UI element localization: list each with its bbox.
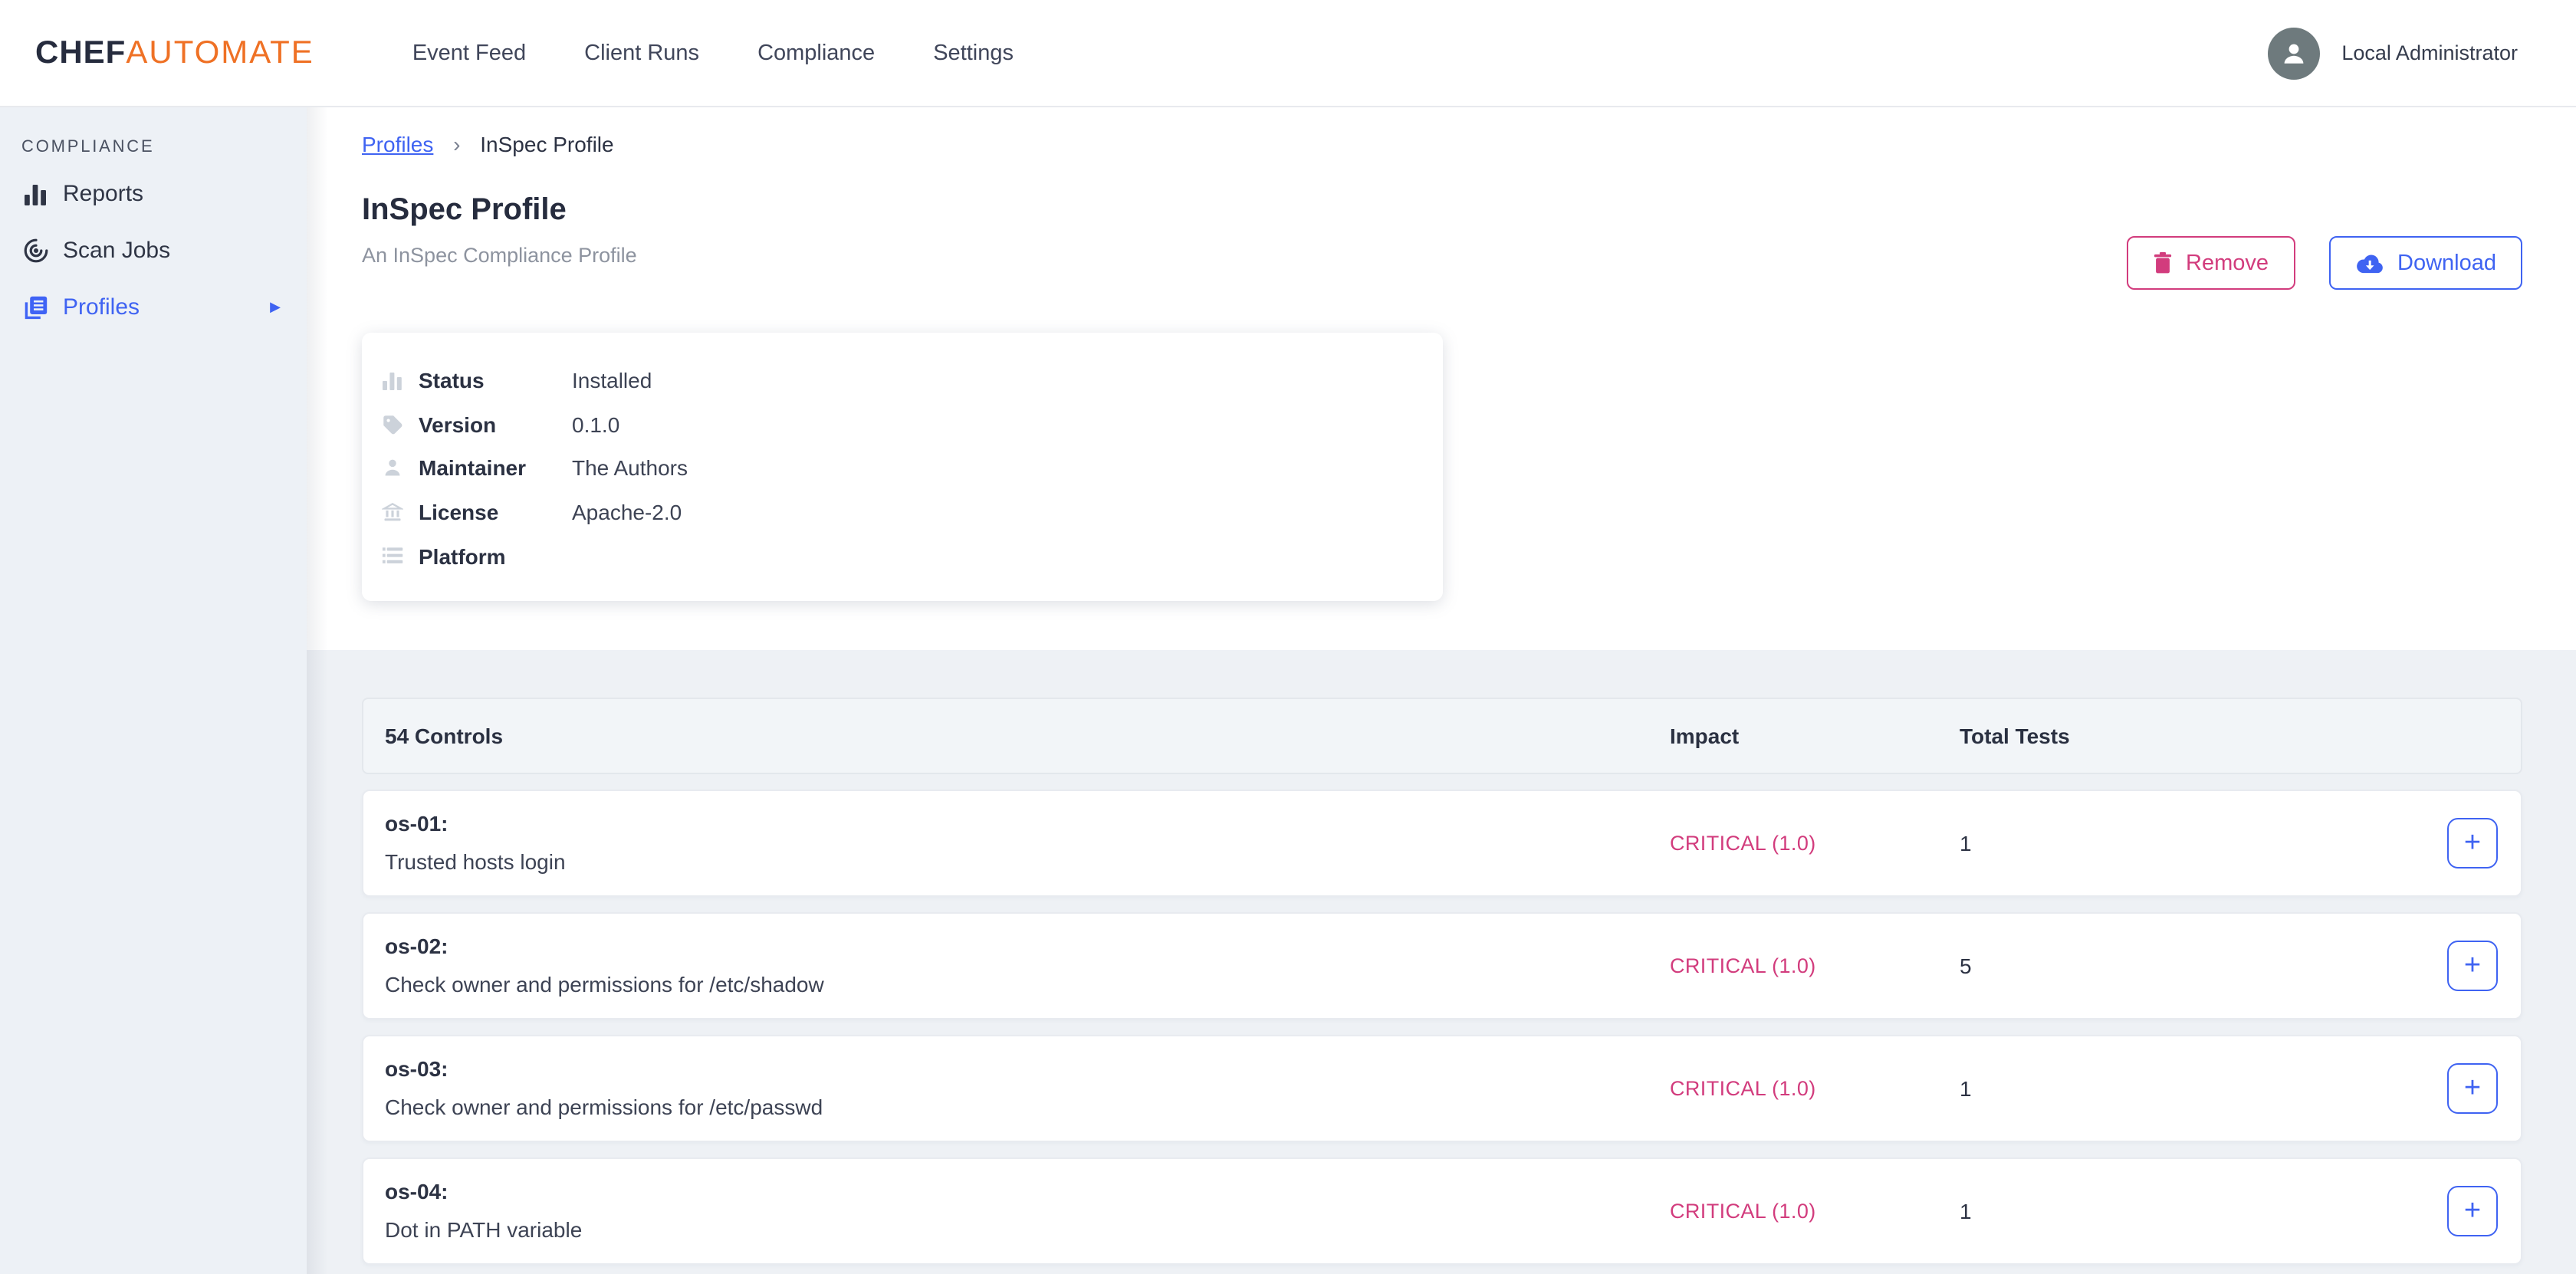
control-total-tests: 1	[1960, 1076, 1972, 1101]
table-row: os-02: Check owner and permissions for /…	[362, 912, 2522, 1020]
page-subtitle: An InSpec Compliance Profile	[362, 244, 637, 267]
chef-automate-app: CHEFAUTOMATE Event Feed Client Runs Comp…	[0, 0, 2576, 1274]
table-row: os-04: Dot in PATH variable CRITICAL (1.…	[362, 1157, 2522, 1265]
control-title: Dot in PATH variable	[385, 1217, 582, 1242]
detail-row-maintainer: Maintainer The Authors	[380, 446, 1443, 490]
column-total-tests: Total Tests	[1960, 724, 2070, 748]
sidebar-section-label: COMPLIANCE	[0, 132, 307, 163]
server-list-icon	[380, 546, 405, 566]
bank-icon	[380, 501, 405, 523]
detail-value: Apache-2.0	[572, 500, 682, 524]
chevron-right-icon[interactable]: ▶	[270, 299, 281, 316]
download-button-label: Download	[2397, 251, 2496, 275]
sidebar-items: Reports Scan Jobs	[0, 166, 307, 336]
control-title: Trusted hosts login	[385, 849, 566, 874]
sidebar-item-profiles[interactable]: Profiles ▶	[0, 279, 307, 336]
control-impact: CRITICAL (1.0)	[1670, 832, 1816, 855]
profile-details-card: Status Installed Version 0.1.0	[362, 333, 1443, 601]
bar-chart-icon	[380, 371, 405, 391]
compliance-sidebar: COMPLIANCE Reports	[0, 107, 307, 1274]
controls-table-header: 54 Controls Impact Total Tests	[362, 698, 2522, 774]
person-icon	[380, 458, 405, 479]
download-button[interactable]: Download	[2328, 236, 2522, 290]
nav-compliance[interactable]: Compliance	[757, 41, 875, 65]
remove-button[interactable]: Remove	[2126, 236, 2295, 290]
control-id: os-02:	[385, 934, 448, 958]
control-title: Check owner and permissions for /etc/sha…	[385, 972, 824, 997]
sidebar-item-label: Scan Jobs	[63, 238, 170, 264]
detail-label: Platform	[419, 543, 572, 568]
table-row: os-03: Check owner and permissions for /…	[362, 1035, 2522, 1142]
top-header: CHEFAUTOMATE Event Feed Client Runs Comp…	[0, 0, 2576, 107]
user-avatar-icon[interactable]	[2268, 27, 2320, 79]
detail-row-status: Status Installed	[380, 359, 1443, 402]
tag-icon	[380, 414, 405, 435]
detail-value: Installed	[572, 369, 652, 393]
sidebar-item-label: Reports	[63, 181, 143, 207]
chef-automate-logo[interactable]: CHEFAUTOMATE	[35, 34, 314, 71]
column-impact: Impact	[1670, 724, 1739, 748]
nav-client-runs[interactable]: Client Runs	[584, 41, 699, 65]
breadcrumb-current: InSpec Profile	[480, 132, 613, 156]
nav-event-feed[interactable]: Event Feed	[412, 41, 526, 65]
plus-icon: +	[2464, 829, 2481, 858]
controls-table: 54 Controls Impact Total Tests os-01: Tr…	[362, 698, 2522, 1265]
nav-settings[interactable]: Settings	[933, 41, 1014, 65]
cloud-download-icon	[2354, 252, 2384, 274]
detail-row-version: Version 0.1.0	[380, 402, 1443, 446]
detail-label: Version	[419, 412, 572, 437]
sidebar-item-reports[interactable]: Reports	[0, 166, 307, 222]
control-impact: CRITICAL (1.0)	[1670, 1200, 1816, 1223]
control-id: os-03:	[385, 1056, 448, 1081]
control-total-tests: 1	[1960, 831, 1972, 855]
plus-icon: +	[2464, 951, 2481, 980]
column-controls: 54 Controls	[385, 724, 503, 748]
control-id: os-01:	[385, 811, 448, 836]
detail-value: 0.1.0	[572, 412, 619, 437]
user-menu[interactable]: Local Administrator	[2268, 27, 2576, 79]
documents-icon	[20, 294, 51, 321]
expand-control-button[interactable]: +	[2447, 941, 2498, 991]
logo-chef: CHEF	[35, 34, 126, 71]
detail-row-platform: Platform	[380, 534, 1443, 578]
control-impact: CRITICAL (1.0)	[1670, 1077, 1816, 1100]
detail-label: License	[419, 500, 572, 524]
sidebar-item-scan-jobs[interactable]: Scan Jobs	[0, 222, 307, 279]
logo-automate: AUTOMATE	[126, 34, 314, 71]
detail-label: Status	[419, 369, 572, 393]
main-content: Profiles › InSpec Profile InSpec Profile…	[307, 107, 2576, 1274]
top-navigation: Event Feed Client Runs Compliance Settin…	[412, 41, 1014, 65]
plus-icon: +	[2464, 1197, 2481, 1226]
detail-label: Maintainer	[419, 456, 572, 481]
page-title: InSpec Profile	[362, 193, 567, 228]
plus-icon: +	[2464, 1074, 2481, 1103]
expand-control-button[interactable]: +	[2447, 1186, 2498, 1236]
expand-control-button[interactable]: +	[2447, 1063, 2498, 1114]
bar-chart-icon	[20, 182, 51, 206]
control-title: Check owner and permissions for /etc/pas…	[385, 1095, 823, 1119]
remove-button-label: Remove	[2186, 251, 2269, 275]
user-name: Local Administrator	[2341, 41, 2518, 64]
trash-icon	[2152, 251, 2172, 274]
control-impact: CRITICAL (1.0)	[1670, 954, 1816, 977]
sidebar-item-label: Profiles	[63, 294, 140, 320]
control-id: os-04:	[385, 1179, 448, 1203]
control-total-tests: 1	[1960, 1199, 1972, 1223]
detail-value: The Authors	[572, 456, 688, 481]
breadcrumb: Profiles › InSpec Profile	[362, 132, 614, 156]
profile-actions: Remove Download	[2126, 236, 2522, 290]
radar-icon	[20, 238, 51, 264]
expand-control-button[interactable]: +	[2447, 818, 2498, 868]
breadcrumb-separator-icon: ›	[453, 132, 460, 156]
breadcrumb-profiles-link[interactable]: Profiles	[362, 132, 433, 156]
detail-row-license: License Apache-2.0	[380, 491, 1443, 534]
table-row: os-01: Trusted hosts login CRITICAL (1.0…	[362, 790, 2522, 897]
control-total-tests: 5	[1960, 954, 1972, 978]
